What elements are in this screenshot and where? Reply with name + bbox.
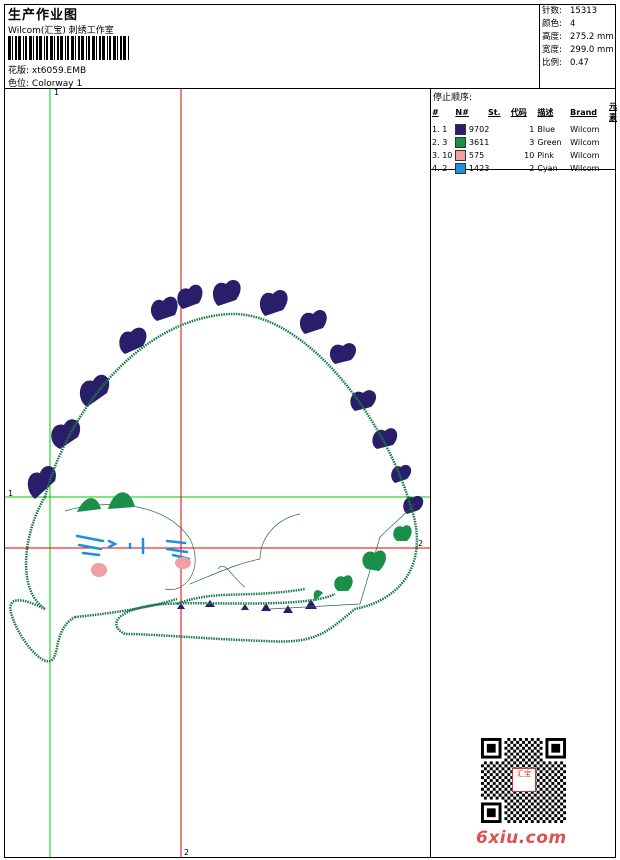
green-accents — [77, 492, 412, 601]
color-legend-table: # N# St. 代码 描述 Brand 元素 1. 1 9702 1 Blue Wi… — [432, 101, 620, 175]
stats-panel: 针数: 15313 颜色: 4 高度: 275.2 mm 宽度: 299.0 mm 比例… — [542, 5, 614, 70]
company-name: Wilcom(汇宝) 刺绣工作室 — [8, 26, 114, 36]
page-title: 生产作业图 — [8, 8, 79, 23]
barcode — [8, 36, 129, 60]
legend-row: 4. 2 1423 2 Cyan Wilcom — [432, 163, 600, 174]
design-name-label: 花版: — [8, 66, 30, 76]
stats-divider — [539, 4, 540, 88]
axis-label-v2: 2 — [184, 848, 190, 857]
design-name-value: xt6059.EMB — [31, 66, 87, 76]
legend-divider — [430, 88, 431, 858]
pink-cheeks — [91, 557, 191, 577]
seal-stamp: 汇宝 — [512, 768, 536, 792]
embroidery-design-canvas — [5, 89, 430, 857]
stat-stitches: 针数: 15313 — [542, 6, 598, 16]
stat-width: 宽度: 299.0 mm — [542, 45, 614, 55]
color-swatch — [455, 163, 467, 174]
design-name-row: 花版: xt6059.EMB — [8, 63, 86, 76]
legend-header-row: # N# St. 代码 描述 Brand 元素 — [432, 102, 617, 122]
watermark-logo: 6xiu.com — [476, 828, 567, 848]
seal-stamp-text: 汇宝 — [517, 770, 531, 778]
stat-height: 高度: 275.2 mm — [542, 32, 614, 42]
axis-label-h1: 1 — [8, 489, 14, 498]
color-swatch — [455, 124, 467, 135]
axis-label-h2: 2 — [418, 539, 424, 548]
legend-row: 2. 3 3611 3 Green Wilcom — [432, 137, 600, 148]
legend-row: 1. 1 9702 1 Blue Wilcom — [432, 124, 600, 135]
legend-row: 3. 10 575 10 Pink Wilcom — [432, 150, 600, 161]
axis-label-v1: 1 — [54, 88, 60, 97]
color-swatch — [455, 150, 467, 161]
green-body-outline — [9, 312, 419, 663]
stat-colors: 颜色: 4 — [542, 19, 576, 29]
inner-sketch-lines — [64, 503, 416, 610]
stat-scale: 比例: 0.47 — [542, 58, 589, 68]
color-swatch — [455, 137, 467, 148]
